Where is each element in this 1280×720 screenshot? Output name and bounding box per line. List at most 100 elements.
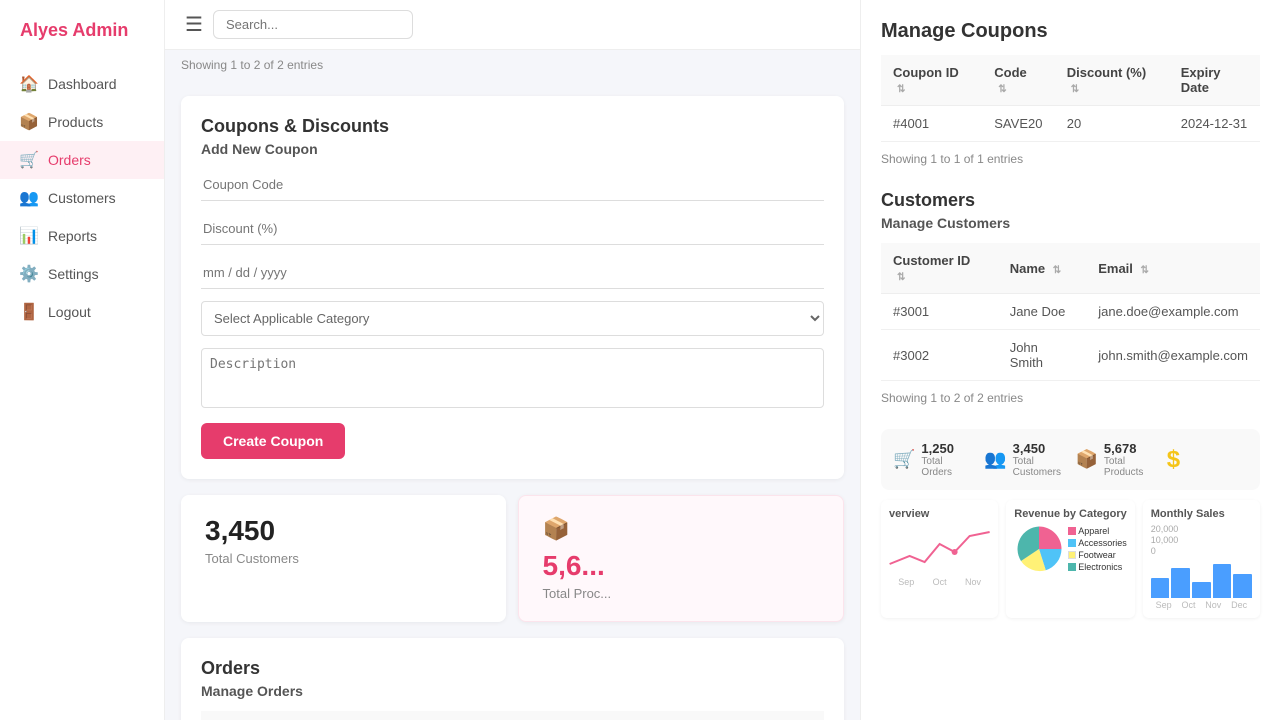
customers-table-right: Customer ID ⇅ Name ⇅ Email ⇅ #3001 Jane … [881,243,1260,381]
coupons-header-row: Coupon ID ⇅ Code ⇅ Discount (%) ⇅ Expiry… [881,55,1260,106]
category-select[interactable]: Select Applicable Category [201,301,824,336]
x-label: Sep [1156,600,1172,610]
right-panel: Manage Coupons Coupon ID ⇅ Code ⇅ Discou… [860,0,1280,720]
products-icon: 📦 [20,113,38,131]
right-bar-title: Monthly Sales [1151,508,1252,520]
sidebar-item-dashboard[interactable]: 🏠 Dashboard [0,65,164,103]
right-bar-chart: Monthly Sales 20,000 10,000 0 Sep Oct No [1143,500,1260,618]
sidebar: Alyes Admin 🏠 Dashboard 📦 Products 🛒 Ord… [0,0,165,720]
right-line-point [952,549,958,555]
app-logo: Alyes Admin [0,20,164,65]
bar-col [1213,564,1232,598]
right-x-labels: Sep Oct Nov [889,577,990,587]
bar-col [1151,578,1170,598]
col-order-id: Order ID ⇅ [201,711,455,720]
right-stat-text: 1,250 Total Orders [921,441,974,478]
sidebar-item-orders[interactable]: 🛒 Orders [0,141,164,179]
right-pie-svg [1014,524,1064,574]
orders-title: Orders [201,658,824,679]
x-label: Oct [1181,600,1195,610]
sidebar-item-label: Orders [48,152,91,168]
right-customers-num: 3,450 [1013,441,1066,456]
products-stat-icon: 📦 [543,516,570,542]
coupons-table: Coupon ID ⇅ Code ⇅ Discount (%) ⇅ Expiry… [881,55,1260,142]
coupons-title: Coupons & Discounts [201,116,824,137]
right-stat-text: 3,450 Total Customers [1013,441,1066,478]
cid-cell: #3001 [881,294,998,330]
expiry-cell: 2024-12-31 [1169,106,1260,142]
y-label: 10,000 [1151,535,1252,545]
sidebar-item-settings[interactable]: ⚙️ Settings [0,255,164,293]
sidebar-item-logout[interactable]: 🚪 Logout [0,293,164,331]
stat-number-products: 5,6... [543,550,605,582]
dollar-sign: $ [1167,446,1180,474]
col-cid: Customer ID ⇅ [881,243,998,294]
right-stat-dollar: $ [1167,441,1248,478]
reports-icon: 📊 [20,227,38,245]
orders-section: Orders Manage Orders Order ID ⇅ Customer… [181,638,844,720]
coupons-subtitle: Add New Coupon [201,141,824,157]
table-row: #3001 Jane Doe jane.doe@example.com [881,294,1260,330]
stat-number-customers: 3,450 [205,515,275,547]
slice [1039,527,1062,550]
right-pie-title: Revenue by Category [1014,508,1127,520]
coupon-code-input[interactable] [201,169,824,201]
search-input[interactable] [213,10,413,39]
right-line-svg [889,524,990,574]
right-stat-text: 5,678 Total Products [1104,441,1157,478]
date-input[interactable] [201,257,824,289]
bar-col [1233,574,1252,598]
sidebar-item-customers[interactable]: 👥 Customers [0,179,164,217]
discount-input[interactable] [201,213,824,245]
settings-icon: ⚙️ [20,265,38,283]
sort-icon: ⇅ [897,272,905,283]
right-pie-chart: Revenue by Category Apparel Accessories … [1006,500,1135,618]
manage-coupons-right: Manage Coupons Coupon ID ⇅ Code ⇅ Discou… [881,20,1260,166]
sidebar-item-products[interactable]: 📦 Products [0,103,164,141]
x-label: Nov [1205,600,1221,610]
orders-icon: 🛒 [20,151,38,169]
center-column: ☰ Showing 1 to 2 of 2 entries Coupons & … [165,0,860,720]
sort-icon: ⇅ [1141,265,1149,276]
right-stat-orders: 🛒 1,250 Total Orders [893,441,974,478]
orders-table: Order ID ⇅ Customer ⇅ D #1001 Jane Doe 2… [201,711,824,720]
cid-cell: #3002 [881,330,998,381]
sidebar-item-reports[interactable]: 📊 Reports [0,217,164,255]
right-mini-charts: verview Sep Oct Nov Revenue by Category [881,500,1260,618]
x-label: Oct [933,577,947,587]
right-bars [1151,558,1252,598]
right-stat-products: 📦 5,678 Total Products [1076,441,1157,478]
right-customers-label: Total Customers [1013,456,1066,478]
logout-icon: 🚪 [20,303,38,321]
code-cell: SAVE20 [982,106,1054,142]
description-textarea[interactable] [201,348,824,408]
right-bar-y: 20,000 10,000 0 [1151,524,1252,556]
sidebar-item-label: Dashboard [48,76,117,92]
right-stat-customers: 👥 3,450 Total Customers [984,441,1065,478]
x-label: Nov [965,577,981,587]
legend-color [1068,551,1076,559]
coupons-discounts-section: Coupons & Discounts Add New Coupon Selec… [181,96,844,479]
stat-label-products: Total Proc... [543,586,612,601]
top-entries-text: Showing 1 to 2 of 2 entries [165,50,860,80]
x-label: Sep [898,577,914,587]
orders-subtitle: Manage Orders [201,683,824,699]
right-orders-icon: 🛒 [893,449,915,470]
sort-icon: ⇅ [897,84,905,95]
hamburger-icon[interactable]: ☰ [185,12,203,37]
cname-cell: John Smith [998,330,1087,381]
right-orders-label: Total Orders [921,456,974,478]
bar-col [1192,582,1211,598]
sidebar-item-label: Logout [48,304,91,320]
y-label: 20,000 [1151,524,1252,534]
customers-right-section: Customers Manage Customers Customer ID ⇅… [881,190,1260,405]
create-coupon-button[interactable]: Create Coupon [201,423,345,459]
sidebar-item-label: Customers [48,190,116,206]
cname-cell: Jane Doe [998,294,1087,330]
stat-card-customers: 3,450 Total Customers [181,495,506,622]
right-line-path [890,532,990,564]
bar-col [1171,568,1190,598]
sort-icon: ⇅ [1053,265,1061,276]
stat-label-customers: Total Customers [205,551,299,566]
table-row: #4001 SAVE20 20 2024-12-31 [881,106,1260,142]
